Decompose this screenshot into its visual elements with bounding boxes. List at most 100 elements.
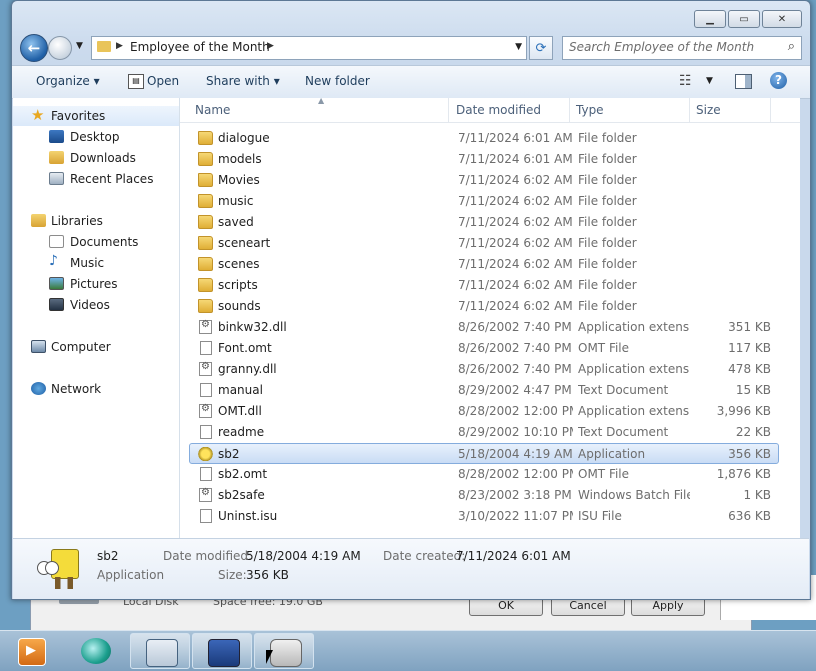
nav-item-network[interactable]: Network — [13, 379, 179, 399]
column-header-date[interactable]: Date modified — [456, 103, 541, 117]
file-list: ▲ Name Date modified Type Size dialogue 7… — [180, 96, 800, 538]
folder-icon — [198, 173, 213, 187]
file-row[interactable]: sb2 5/18/2004 4:19 AM Application 356 KB — [189, 443, 779, 464]
file-row[interactable]: scenes 7/11/2024 6:02 AM File folder — [190, 254, 778, 275]
back-button[interactable]: ← — [20, 34, 48, 62]
breadcrumb[interactable]: Employee of the Month — [130, 40, 270, 54]
file-row[interactable]: sb2.omt 8/28/2002 12:00 PM OMT File 1,876 K… — [190, 464, 778, 485]
column-divider[interactable] — [689, 98, 690, 122]
videos-icon — [49, 298, 64, 311]
file-name: sb2 — [218, 447, 240, 461]
forward-button[interactable] — [48, 36, 72, 60]
file-row[interactable]: manual 8/29/2002 4:47 PM Text Document 15 K… — [190, 380, 778, 401]
file-name: sceneart — [218, 236, 271, 250]
file-row[interactable]: sb2safe 8/23/2002 3:18 PM Windows Batch Fi… — [190, 485, 778, 506]
document-icon — [200, 509, 212, 523]
file-name: readme — [218, 425, 265, 439]
file-row[interactable]: binkw32.dll 8/26/2002 7:40 PM Application … — [190, 317, 778, 338]
file-row[interactable]: Uninst.isu 3/10/2022 11:07 PM ISU File 636 … — [190, 506, 778, 527]
file-type: File folder — [578, 194, 637, 208]
file-size: 356 KB — [728, 447, 771, 461]
open-button[interactable]: Open — [147, 74, 179, 88]
file-row[interactable]: OMT.dll 8/28/2002 12:00 PM Application ext… — [190, 401, 778, 422]
file-date-modified: 8/23/2002 3:18 PM — [458, 488, 572, 502]
search-box[interactable]: Search Employee of the Month ⌕ — [562, 36, 802, 60]
nav-item-music[interactable]: ♪ Music — [13, 253, 179, 273]
nav-label: Music — [70, 256, 105, 270]
file-row[interactable]: music 7/11/2024 6:02 AM File folder — [190, 191, 778, 212]
file-name: binkw32.dll — [218, 320, 287, 334]
column-divider[interactable] — [770, 98, 771, 122]
column-headers: ▲ Name Date modified Type Size — [180, 96, 800, 123]
close-button[interactable]: ✕ — [762, 10, 802, 28]
preview-pane-icon[interactable] — [735, 74, 752, 89]
nav-item-computer[interactable]: Computer — [13, 337, 179, 357]
file-name: OMT.dll — [218, 404, 262, 418]
taskbar-program[interactable] — [192, 633, 252, 669]
network-window-icon — [146, 639, 178, 667]
new-folder-button[interactable]: New folder — [305, 74, 370, 88]
view-dropdown-icon[interactable]: ▼ — [706, 76, 713, 86]
file-row[interactable]: scripts 7/11/2024 6:02 AM File folder — [190, 275, 778, 296]
nav-item-videos[interactable]: Videos — [13, 295, 179, 315]
address-dropdown-icon[interactable]: ▼ — [515, 42, 522, 52]
nav-item-libraries[interactable]: Libraries — [13, 211, 179, 231]
share-with-button[interactable]: Share with ▾ — [206, 74, 280, 88]
chevron-right-icon[interactable]: ▶ — [116, 41, 123, 51]
maximize-button[interactable]: ▭ — [728, 10, 760, 28]
change-view-icon[interactable]: ☷ — [679, 73, 692, 89]
file-row[interactable]: Font.omt 8/26/2002 7:40 PM OMT File 117 KB — [190, 338, 778, 359]
nav-item-documents[interactable]: Documents — [13, 232, 179, 252]
search-icon[interactable]: ⌕ — [788, 39, 795, 54]
address-bar[interactable]: ▶ Employee of the Month ▶ ▼ — [91, 36, 527, 60]
taskbar-network[interactable] — [130, 633, 190, 669]
file-row[interactable]: sceneart 7/11/2024 6:02 AM File folder — [190, 233, 778, 254]
chevron-right-icon[interactable]: ▶ — [267, 41, 274, 51]
file-row[interactable]: models 7/11/2024 6:01 AM File folder — [190, 149, 778, 170]
music-note-icon: ♪ — [49, 253, 58, 269]
taskbar-disk[interactable] — [254, 633, 314, 669]
column-header-size[interactable]: Size — [696, 103, 721, 117]
app-icon — [198, 447, 213, 461]
file-name: saved — [218, 215, 254, 229]
folder-icon — [198, 215, 213, 229]
nav-item-downloads[interactable]: Downloads — [13, 148, 179, 168]
column-divider[interactable] — [448, 98, 449, 122]
column-header-name[interactable]: Name — [195, 103, 230, 117]
file-row[interactable]: dialogue 7/11/2024 6:01 AM File folder — [190, 128, 778, 149]
pictures-icon — [49, 277, 64, 290]
minimize-button[interactable]: ▁ — [694, 10, 726, 28]
column-divider[interactable] — [569, 98, 570, 122]
help-icon[interactable]: ? — [770, 72, 787, 89]
file-type: OMT File — [578, 341, 630, 355]
file-row[interactable]: sounds 7/11/2024 6:02 AM File folder — [190, 296, 778, 317]
file-type: OMT File — [578, 467, 630, 481]
documents-icon — [49, 235, 64, 248]
file-row[interactable]: readme 8/29/2002 10:10 PM Text Document 22 … — [190, 422, 778, 443]
file-date-modified: 3/10/2022 11:07 PM — [458, 509, 573, 523]
taskbar — [0, 630, 816, 671]
column-header-type[interactable]: Type — [576, 103, 604, 117]
nav-item-desktop[interactable]: Desktop — [13, 127, 179, 147]
program-icon — [208, 639, 240, 667]
refresh-button[interactable]: ⟳ — [529, 36, 553, 60]
details-file-name: sb2 — [97, 549, 119, 563]
taskbar-browser[interactable] — [66, 633, 126, 669]
nav-item-pictures[interactable]: Pictures — [13, 274, 179, 294]
search-input[interactable]: Search Employee of the Month — [569, 40, 754, 54]
nav-label: Libraries — [51, 214, 103, 228]
star-icon: ★ — [31, 106, 45, 124]
nav-item-favorites[interactable]: ★ Favorites — [13, 106, 179, 126]
file-size: 1,876 KB — [716, 467, 771, 481]
file-type: File folder — [578, 236, 637, 250]
taskbar-media-player[interactable] — [2, 633, 62, 669]
file-name: music — [218, 194, 254, 208]
file-row[interactable]: Movies 7/11/2024 6:02 AM File folder — [190, 170, 778, 191]
file-date-modified: 8/28/2002 12:00 PM — [458, 467, 573, 481]
navigation-pane: ★ Favorites Desktop Downloads Recent Pla… — [13, 98, 180, 538]
organize-button[interactable]: Organize ▾ — [36, 74, 100, 88]
nav-item-recent-places[interactable]: Recent Places — [13, 169, 179, 189]
file-row[interactable]: saved 7/11/2024 6:02 AM File folder — [190, 212, 778, 233]
file-row[interactable]: granny.dll 8/26/2002 7:40 PM Application e… — [190, 359, 778, 380]
recent-pages-dropdown-icon[interactable]: ▼ — [76, 41, 83, 51]
